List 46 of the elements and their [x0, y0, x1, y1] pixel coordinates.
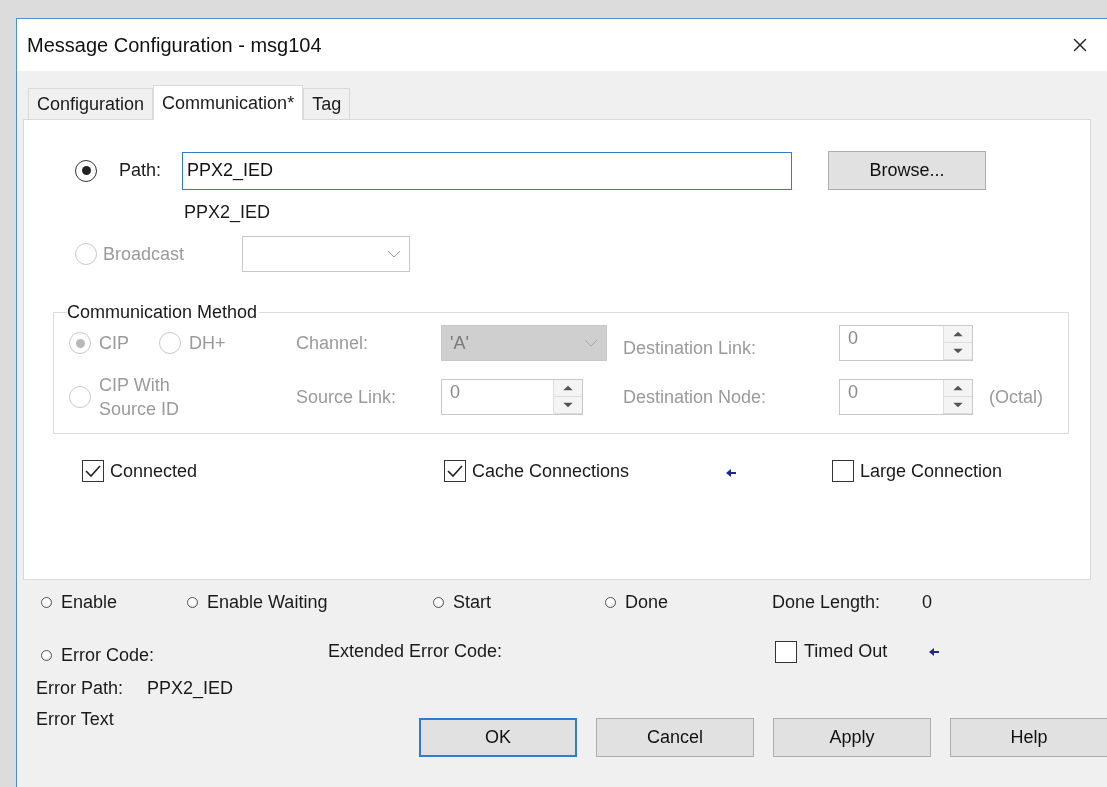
checkbox[interactable] [82, 460, 104, 482]
status-label: Enable Waiting [207, 592, 328, 613]
destination-link-label: Destination Link: [623, 337, 758, 359]
checkbox[interactable] [775, 640, 797, 663]
option-label: DH+ [189, 332, 226, 354]
dialog-button[interactable]: OK [419, 718, 577, 757]
broadcast-label: Broadcast [102, 243, 186, 265]
browse-button[interactable]: Browse... [828, 151, 986, 190]
error-path-label: Error Path: [36, 678, 125, 699]
dialog-button[interactable]: Apply [773, 718, 931, 757]
done-length-value: 0 [922, 592, 933, 613]
group-title: Communication Method [67, 302, 259, 323]
checkbox[interactable] [444, 460, 466, 482]
checkbox-label: Large Connection [860, 460, 1003, 482]
destination-node-label: Destination Node: [623, 386, 768, 408]
status-label: Start [453, 592, 491, 613]
chevron-down-icon [584, 339, 598, 347]
dialog-button[interactable]: Cancel [596, 718, 754, 757]
checkbox[interactable] [832, 460, 854, 482]
dialog-button[interactable]: Help [950, 718, 1107, 757]
resolved-path: PPX2_IED [184, 202, 271, 223]
checkbox-label: Cache Connections [472, 460, 630, 482]
option-label: CIP With Source ID [99, 374, 181, 421]
chevron-down-icon [387, 250, 401, 258]
window-title: Message Configuration - msg104 [27, 33, 322, 57]
octal-label: (Octal) [989, 386, 1044, 408]
option-label: CIP [99, 332, 129, 354]
source-link-label: Source Link: [296, 386, 398, 408]
extended-error-code-label: Extended Error Code: [328, 641, 504, 662]
status-label: Done [625, 592, 669, 613]
status-label: Enable [61, 592, 118, 613]
tab[interactable]: Tag [303, 88, 351, 119]
error-text-label: Error Text [36, 709, 115, 730]
channel-label: Channel: [296, 332, 370, 354]
error-code-label: Error Code: [61, 645, 155, 666]
path-field[interactable]: PPX2_IED [182, 151, 792, 190]
checkbox-label: Timed Out [804, 641, 889, 662]
checkbox-label: Connected [110, 460, 198, 482]
tab[interactable]: Communication* [153, 85, 304, 120]
radio-button[interactable] [75, 159, 97, 182]
arrow-icon [726, 468, 736, 477]
error-path-value: PPX2_IED [147, 678, 234, 699]
tab[interactable]: Configuration [28, 88, 154, 119]
arrow-icon [929, 647, 939, 656]
done-length-label: Done Length: [772, 592, 882, 613]
path-label: Path: [118, 160, 163, 181]
